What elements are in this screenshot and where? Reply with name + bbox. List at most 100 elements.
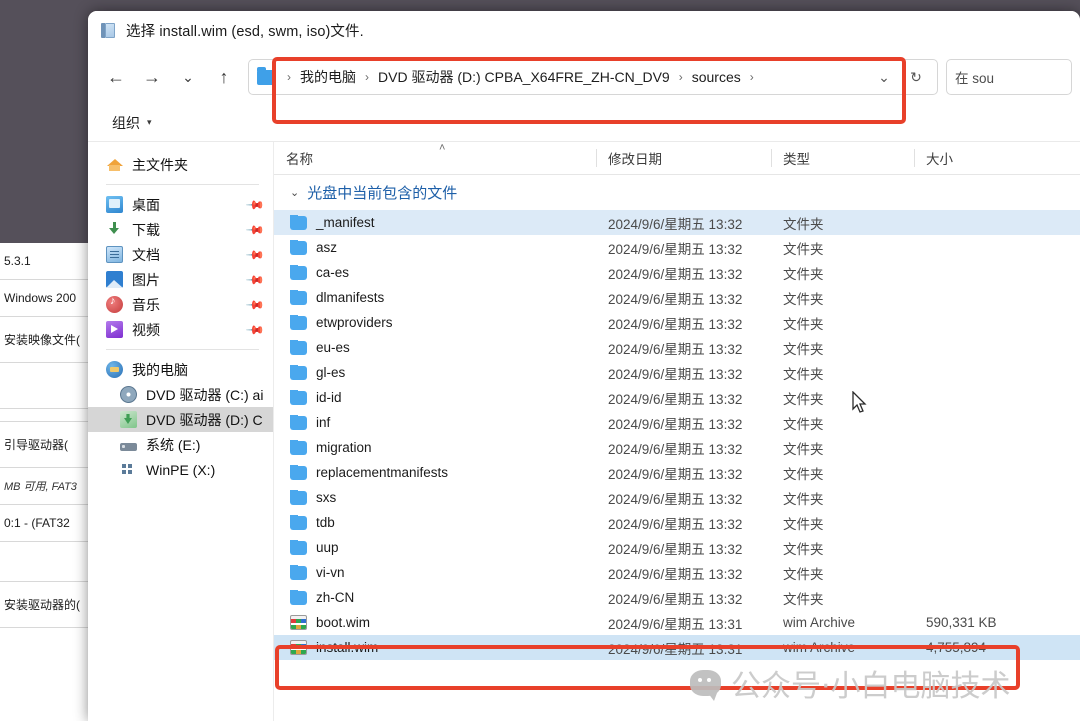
home-icon (106, 156, 123, 173)
file-type-cell: 文件夹 (783, 291, 824, 307)
refresh-button[interactable]: ↻ (901, 62, 931, 92)
file-date-cell: 2024/9/6/星期五 13:32 (608, 391, 743, 407)
file-name-cell: eu-es (274, 340, 596, 355)
table-row[interactable]: gl-es 2024/9/6/星期五 13:32 文件夹 (274, 360, 1080, 385)
sidebar-item-this-pc[interactable]: 我的电脑 (88, 357, 273, 382)
background-row: 引导驱动器( (0, 422, 91, 468)
address-bar[interactable]: › 我的电脑 › DVD 驱动器 (D:) CPBA_X64FRE_ZH-CN_… (248, 59, 938, 95)
table-row[interactable]: boot.wim 2024/9/6/星期五 13:31 wim Archive 590… (274, 610, 1080, 635)
file-name-label: etwproviders (316, 315, 393, 330)
book-icon (100, 22, 117, 39)
address-history-button[interactable]: ⌄ (869, 62, 899, 92)
search-input[interactable]: 在 sou (946, 59, 1072, 95)
sidebar-item-label: DVD 驱动器 (D:) C (146, 411, 263, 428)
table-row[interactable]: vi-vn 2024/9/6/星期五 13:32 文件夹 (274, 560, 1080, 585)
file-date-cell: 2024/9/6/星期五 13:32 (608, 516, 743, 532)
chevron-down-icon: ⌄ (878, 68, 890, 85)
pin-icon[interactable]: 📌 (245, 294, 265, 314)
table-row[interactable]: install.wim 2024/9/6/星期五 13:31 wim Archive… (274, 635, 1080, 660)
file-group-label: 光盘中当前包含的文件 (307, 185, 458, 202)
file-type-cell: 文件夹 (783, 516, 824, 532)
cd-drive-green-icon (120, 411, 137, 428)
file-type-cell: wim Archive (783, 615, 856, 630)
table-row[interactable]: _manifest 2024/9/6/星期五 13:32 文件夹 (274, 210, 1080, 235)
table-row[interactable]: inf 2024/9/6/星期五 13:32 文件夹 (274, 410, 1080, 435)
table-row[interactable]: uup 2024/9/6/星期五 13:32 文件夹 (274, 535, 1080, 560)
table-row[interactable]: ca-es 2024/9/6/星期五 13:32 文件夹 (274, 260, 1080, 285)
breadcrumb-separator: › (749, 70, 754, 84)
back-button[interactable]: ← (98, 60, 134, 94)
pin-icon[interactable]: 📌 (245, 269, 265, 289)
file-name-label: migration (316, 440, 372, 455)
sidebar-item-label: 系统 (E:) (146, 436, 201, 453)
folder-icon (290, 315, 307, 330)
sidebar-item-downloads[interactable]: 下载 📌 (88, 217, 273, 242)
sidebar-item-dvd-drive-c[interactable]: DVD 驱动器 (C:) ai (88, 382, 273, 407)
background-row: 安装驱动器的( (0, 582, 91, 628)
column-header-label: 修改日期 (608, 152, 662, 167)
table-row[interactable]: replacementmanifests 2024/9/6/星期五 13:32 文件… (274, 460, 1080, 485)
sidebar-item-desktop[interactable]: 桌面 📌 (88, 192, 273, 217)
sidebar-item-home[interactable]: 主文件夹 (88, 152, 273, 177)
file-type-cell: 文件夹 (783, 591, 824, 607)
pin-icon[interactable]: 📌 (245, 219, 265, 239)
sidebar-item-dvd-drive-d[interactable]: DVD 驱动器 (D:) C (88, 407, 273, 432)
sidebar-item-system-e[interactable]: 系统 (E:) (88, 432, 273, 457)
sidebar-item-music[interactable]: 音乐 📌 (88, 292, 273, 317)
file-date-cell: 2024/9/6/星期五 13:32 (608, 341, 743, 357)
up-button[interactable]: ↑ (206, 60, 242, 94)
file-name-cell: install.wim (274, 640, 596, 655)
table-row[interactable]: sxs 2024/9/6/星期五 13:32 文件夹 (274, 485, 1080, 510)
background-row: 5.3.1 (0, 243, 91, 280)
folder-icon (257, 66, 276, 85)
sidebar-item-winpe-x[interactable]: WinPE (X:) (88, 457, 273, 482)
folder-icon (290, 490, 307, 505)
column-header-date[interactable]: 修改日期 (596, 142, 771, 174)
sidebar-item-documents[interactable]: 文档 📌 (88, 242, 273, 267)
table-row[interactable]: asz 2024/9/6/星期五 13:32 文件夹 (274, 235, 1080, 260)
arrow-right-icon: → (143, 66, 161, 87)
column-header-size[interactable]: 大小 (914, 142, 1009, 174)
file-name-label: replacementmanifests (316, 465, 449, 480)
breadcrumb-separator: › (287, 70, 291, 84)
file-name-label: boot.wim (316, 615, 371, 630)
file-name-label: asz (316, 240, 338, 255)
sidebar-item-label: 文档 (132, 246, 160, 263)
file-name-cell: replacementmanifests (274, 465, 596, 480)
table-row[interactable]: id-id 2024/9/6/星期五 13:32 文件夹 (274, 385, 1080, 410)
folder-icon (290, 240, 307, 255)
chevron-down-icon: ▾ (147, 117, 152, 127)
folder-icon (290, 540, 307, 555)
recent-locations-button[interactable]: ⌄ (170, 60, 206, 94)
table-row[interactable]: dlmanifests 2024/9/6/星期五 13:32 文件夹 (274, 285, 1080, 310)
file-size-cell: 4,755,894 (926, 640, 987, 655)
pin-icon[interactable]: 📌 (245, 194, 265, 214)
breadcrumb-item-sources[interactable]: sources (690, 68, 743, 86)
breadcrumb-separator: › (365, 70, 369, 84)
table-row[interactable]: eu-es 2024/9/6/星期五 13:32 文件夹 (274, 335, 1080, 360)
table-row[interactable]: migration 2024/9/6/星期五 13:32 文件夹 (274, 435, 1080, 460)
column-header-row: 名称 修改日期 类型 大小 ˄ (274, 142, 1080, 175)
breadcrumb-item-my-computer[interactable]: 我的电脑 (298, 66, 358, 88)
forward-button[interactable]: → (134, 60, 170, 94)
file-group-header[interactable]: ⌄ 光盘中当前包含的文件 (274, 175, 1080, 210)
file-name-label: gl-es (316, 365, 346, 380)
folder-icon (290, 415, 307, 430)
pin-icon[interactable]: 📌 (245, 244, 265, 264)
sidebar-item-videos[interactable]: 视频 📌 (88, 317, 273, 342)
sidebar-item-pictures[interactable]: 图片 📌 (88, 267, 273, 292)
organize-button[interactable]: 组织 ▾ (104, 109, 160, 137)
file-type-cell: 文件夹 (783, 341, 824, 357)
background-row-blank (0, 363, 91, 409)
file-name-cell: _manifest (274, 215, 596, 230)
column-header-name[interactable]: 名称 (274, 142, 596, 174)
file-size-cell: 590,331 KB (926, 615, 997, 630)
file-name-cell: vi-vn (274, 565, 596, 580)
file-name-label: zh-CN (316, 590, 355, 605)
pin-icon[interactable]: 📌 (245, 319, 265, 339)
breadcrumb-item-dvd-drive[interactable]: DVD 驱动器 (D:) CPBA_X64FRE_ZH-CN_DV9 (376, 66, 672, 88)
table-row[interactable]: etwproviders 2024/9/6/星期五 13:32 文件夹 (274, 310, 1080, 335)
table-row[interactable]: zh-CN 2024/9/6/星期五 13:32 文件夹 (274, 585, 1080, 610)
table-row[interactable]: tdb 2024/9/6/星期五 13:32 文件夹 (274, 510, 1080, 535)
column-header-type[interactable]: 类型 (771, 142, 914, 174)
